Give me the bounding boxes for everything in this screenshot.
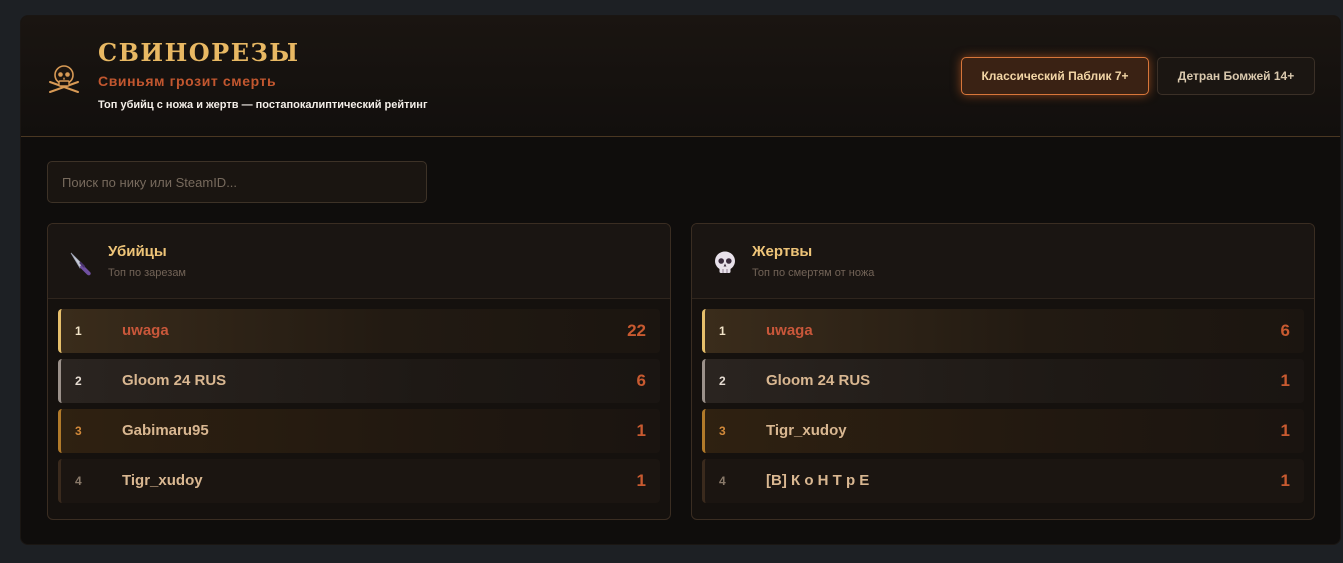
header: СВИНОРЕЗЫ Свиньям грозит смерть Топ убий… <box>21 16 1340 137</box>
list-item[interactable]: 3 Tigr_xudoy 1 <box>702 409 1304 453</box>
list-item[interactable]: 2 Gloom 24 RUS 6 <box>58 359 660 403</box>
player-name: [B] К о Н Т р Е <box>766 472 870 489</box>
killers-list: 1 uwaga 22 2 Gloom 24 RUS 6 3 Gabimaru95… <box>58 309 660 509</box>
rank: 1 <box>719 324 726 338</box>
panel-subtitle: Топ по смертям от ножа <box>752 267 875 279</box>
panel-title: Жертвы <box>752 243 813 260</box>
list-item[interactable]: 2 Gloom 24 RUS 1 <box>702 359 1304 403</box>
victims-list: 1 uwaga 6 2 Gloom 24 RUS 1 3 Tigr_xudoy … <box>702 309 1304 509</box>
tab-label: Детран Бомжей 14+ <box>1177 69 1295 83</box>
knife-icon <box>70 252 91 276</box>
panel-title: Убийцы <box>108 243 167 260</box>
rank: 4 <box>719 474 726 488</box>
kill-count: 22 <box>627 321 646 340</box>
kill-count: 6 <box>636 371 646 390</box>
death-count: 1 <box>1280 371 1290 390</box>
app-subtitle: Свиньям грозит смерть <box>98 73 277 89</box>
player-name: Gloom 24 RUS <box>122 372 227 389</box>
app-tagline: Топ убийц с ножа и жертв — постапокалипт… <box>98 99 428 111</box>
kill-count: 1 <box>636 421 646 440</box>
kill-count: 1 <box>636 471 646 490</box>
player-name: uwaga <box>766 322 813 339</box>
list-item[interactable]: 1 uwaga 22 <box>58 309 660 353</box>
player-name: Gloom 24 RUS <box>766 372 871 389</box>
rank: 3 <box>75 424 82 438</box>
rank: 3 <box>719 424 726 438</box>
player-name: Tigr_xudoy <box>766 422 847 439</box>
app-window: СВИНОРЕЗЫ Свиньям грозит смерть Топ убий… <box>20 15 1341 545</box>
death-count: 6 <box>1280 321 1290 340</box>
app-title: СВИНОРЕЗЫ <box>98 38 300 67</box>
tab-classic-public[interactable]: Классический Паблик 7+ <box>961 57 1149 95</box>
search-input[interactable] <box>47 161 427 203</box>
death-count: 1 <box>1280 471 1290 490</box>
victims-panel-header: Жертвы Топ по смертям от ножа <box>692 224 1314 299</box>
rank: 4 <box>75 474 82 488</box>
player-name: Tigr_xudoy <box>122 472 203 489</box>
list-item[interactable]: 1 uwaga 6 <box>702 309 1304 353</box>
skull-icon <box>715 251 735 273</box>
rank: 2 <box>75 374 82 388</box>
killers-panel-header: Убийцы Топ по зарезам <box>48 224 670 299</box>
killers-panel: Убийцы Топ по зарезам 1 uwaga 22 2 Gloom… <box>47 223 671 520</box>
death-count: 1 <box>1280 421 1290 440</box>
list-item[interactable]: 4 Tigr_xudoy 1 <box>58 459 660 503</box>
player-name: Gabimaru95 <box>122 422 209 439</box>
panel-subtitle: Топ по зарезам <box>108 267 186 279</box>
rank: 2 <box>719 374 726 388</box>
player-name: uwaga <box>122 322 169 339</box>
victims-panel: Жертвы Топ по смертям от ножа 1 uwaga 6 … <box>691 223 1315 520</box>
tab-detran-bomzhey[interactable]: Детран Бомжей 14+ <box>1157 57 1315 95</box>
list-item[interactable]: 4 [B] К о Н Т р Е 1 <box>702 459 1304 503</box>
tab-label: Классический Паблик 7+ <box>981 69 1129 83</box>
skull-crossbones-icon <box>49 65 79 93</box>
list-item[interactable]: 3 Gabimaru95 1 <box>58 409 660 453</box>
rank: 1 <box>75 324 82 338</box>
